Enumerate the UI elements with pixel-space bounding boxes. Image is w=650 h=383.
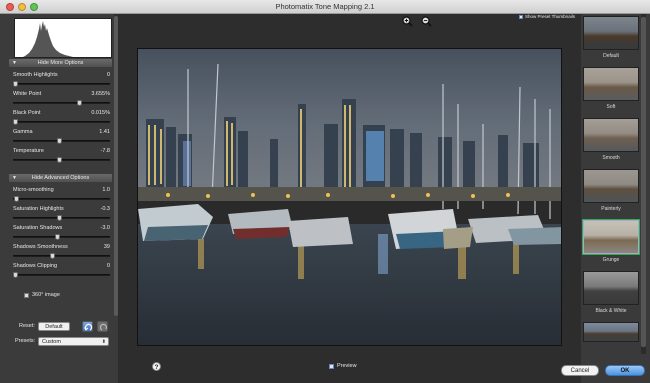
slider-value[interactable]: 0: [107, 263, 110, 269]
tone-mapped-preview-image[interactable]: [137, 48, 562, 346]
disclosure-down-icon: ▼: [12, 60, 17, 66]
title-bar: Photomatix Tone Mapping 2.1: [0, 0, 650, 14]
zoom-window-button[interactable]: [30, 3, 38, 11]
slider-track[interactable]: [13, 83, 110, 85]
slider-row: Black Point 0.015%: [12, 110, 110, 126]
window-title: Photomatix Tone Mapping 2.1: [275, 2, 375, 11]
slider-track[interactable]: [13, 255, 110, 257]
slider-label: Gamma: [13, 129, 33, 135]
slider-value[interactable]: -0.3: [101, 206, 110, 212]
reset-default-button[interactable]: Default: [38, 322, 70, 331]
preset-thumbnail[interactable]: [583, 220, 639, 254]
slider-value[interactable]: 0.015%: [91, 110, 110, 116]
reset-label: Reset:: [19, 323, 35, 329]
preset-thumbnail[interactable]: [583, 169, 639, 203]
slider-row: Saturation Shadows -3.0: [13, 225, 110, 241]
slider-label: Temperature: [13, 148, 44, 154]
slider-row: Shadows Clipping 0: [12, 263, 110, 279]
slider-label: Shadows Smoothness: [13, 244, 68, 250]
preset-thumbnail[interactable]: [583, 271, 639, 305]
select-arrows-icon: ⬍: [101, 339, 106, 345]
image-360-label: 360° image: [32, 292, 60, 298]
slider-value[interactable]: 3.655%: [91, 91, 110, 97]
slider-row: Gamma 1.41: [13, 129, 110, 145]
slider-track[interactable]: [13, 236, 110, 238]
slider-row: Shadows Smoothness 39: [13, 244, 110, 260]
preset-label: Soft: [606, 104, 616, 110]
histogram: [14, 18, 112, 58]
disclosure-down-icon: ▼: [12, 175, 17, 181]
close-window-button[interactable]: [6, 3, 14, 11]
slider-row: White Point 3.655%: [13, 91, 110, 107]
slider-row: Saturation Highlights -0.3: [13, 206, 110, 222]
slider-value[interactable]: -7.8: [101, 148, 110, 154]
image-360-checkbox[interactable]: [24, 293, 29, 298]
image-area: ? Preview: [118, 14, 581, 383]
slider-row: Micro-smoothing 1.0: [13, 187, 110, 203]
slider-thumb[interactable]: [12, 119, 18, 125]
slider-label: Micro-smoothing: [13, 187, 54, 193]
slider-track[interactable]: [13, 198, 110, 200]
preset-thumbnail[interactable]: [583, 322, 639, 342]
slider-label: Shadows Clipping: [13, 263, 58, 269]
undo-icon[interactable]: [82, 321, 93, 332]
cancel-button[interactable]: Cancel: [561, 365, 599, 376]
slider-thumb[interactable]: [56, 138, 62, 144]
slider-thumb[interactable]: [56, 215, 62, 221]
preset-thumbnail[interactable]: [583, 16, 639, 50]
preset-label: Grunge: [602, 257, 620, 263]
slider-thumb[interactable]: [12, 272, 18, 278]
show-preset-thumbnails-checkbox[interactable]: [519, 15, 523, 19]
slider-track[interactable]: [13, 121, 110, 123]
slider-track[interactable]: [13, 102, 110, 104]
more-options-toggle[interactable]: ▼ Hide More Options: [9, 59, 112, 67]
slider-thumb[interactable]: [56, 157, 62, 163]
slider-row: Temperature -7.8: [13, 148, 110, 164]
help-button[interactable]: ?: [152, 362, 161, 371]
zoom-in-icon[interactable]: [402, 16, 413, 27]
preset-thumbnail[interactable]: [583, 67, 639, 101]
redo-icon[interactable]: [97, 321, 108, 332]
slider-thumb[interactable]: [49, 253, 55, 259]
slider-label: White Point: [13, 91, 42, 97]
advanced-options-toggle[interactable]: ▼ Hide Advanced Options: [9, 174, 112, 182]
slider-thumb[interactable]: [12, 81, 18, 87]
zoom-out-icon[interactable]: [421, 16, 432, 27]
slider-value[interactable]: 1.41: [99, 129, 110, 135]
preset-label: Painterly: [601, 206, 621, 212]
show-preset-thumbnails-label: Show Preset Thumbnails: [525, 14, 575, 19]
preset-label: Default: [603, 53, 619, 59]
slider-thumb[interactable]: [13, 196, 19, 202]
presets-select[interactable]: Custom ⬍: [38, 337, 109, 346]
slider-track[interactable]: [13, 274, 110, 276]
presets-label: Presets:: [15, 338, 36, 344]
slider-thumb[interactable]: [54, 234, 60, 240]
slider-label: Saturation Highlights: [13, 206, 64, 212]
slider-thumb[interactable]: [76, 100, 82, 106]
ok-button[interactable]: OK: [605, 365, 645, 376]
slider-label: Black Point: [13, 110, 41, 116]
slider-value[interactable]: -3.0: [101, 225, 110, 231]
preset-label: Smooth: [602, 155, 620, 161]
preview-label: Preview: [337, 363, 357, 369]
slider-value[interactable]: 1.0: [102, 187, 110, 193]
slider-value[interactable]: 39: [104, 244, 110, 250]
slider-label: Saturation Shadows: [13, 225, 63, 231]
preview-checkbox[interactable]: [329, 364, 334, 369]
slider-row: Smooth Highlights 0: [12, 72, 110, 88]
preset-thumbnail[interactable]: [583, 118, 639, 152]
slider-value[interactable]: 0: [107, 72, 110, 78]
minimize-window-button[interactable]: [18, 3, 26, 11]
slider-label: Smooth Highlights: [13, 72, 58, 78]
preset-label: Black & White: [595, 308, 627, 314]
preset-scrollbar[interactable]: [641, 14, 646, 354]
